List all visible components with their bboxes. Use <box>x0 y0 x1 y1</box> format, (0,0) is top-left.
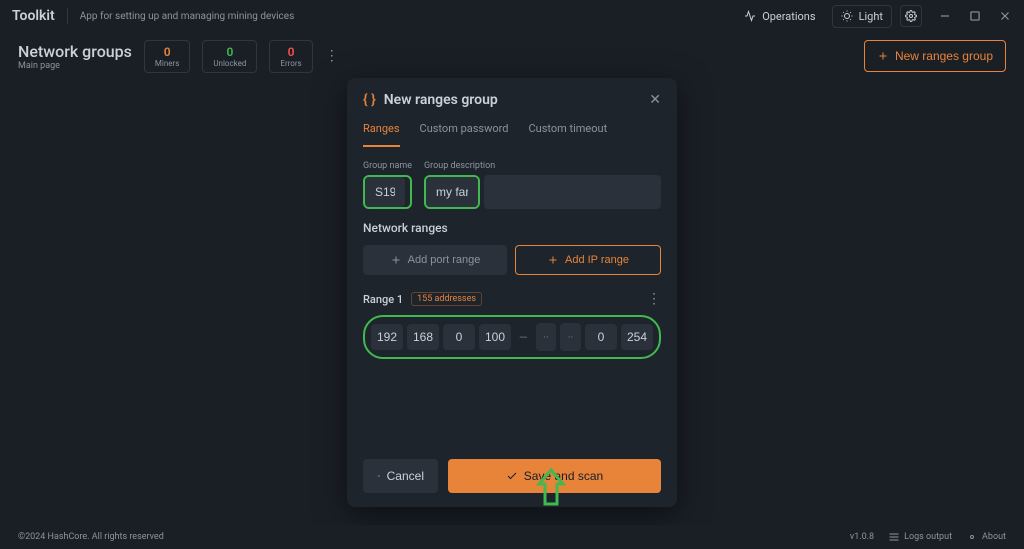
tab-ranges[interactable]: Ranges <box>363 122 400 147</box>
group-desc-label: Group description <box>424 161 661 171</box>
ip-from-octet-3[interactable] <box>443 324 475 350</box>
list-icon <box>888 531 900 543</box>
group-desc-input-extra[interactable] <box>484 175 661 209</box>
logs-output-button[interactable]: Logs output <box>888 531 952 543</box>
range-more-icon[interactable]: ⋮ <box>647 291 661 307</box>
ip-range-row: — ·· ·· <box>363 315 661 359</box>
ip-to-octet-3[interactable] <box>585 324 617 350</box>
network-ranges-label: Network ranges <box>363 221 661 235</box>
group-name-input[interactable] <box>365 177 405 207</box>
group-desc-input[interactable] <box>426 177 478 207</box>
ip-to-octet-2[interactable]: ·· <box>560 323 581 351</box>
modal-backdrop: { } New ranges group ✕ Ranges Custom pas… <box>0 0 1024 549</box>
range-name: Range 1 <box>363 293 403 306</box>
ip-to-octet-4[interactable] <box>621 324 653 350</box>
add-port-range-button[interactable]: Add port range <box>363 245 507 275</box>
addresses-badge: 155 addresses <box>411 292 482 306</box>
about-label: About <box>982 532 1006 542</box>
info-icon <box>966 531 978 543</box>
ip-from-octet-1[interactable] <box>371 324 403 350</box>
new-ranges-modal: { } New ranges group ✕ Ranges Custom pas… <box>347 78 677 507</box>
tab-custom-password[interactable]: Custom password <box>420 122 509 147</box>
bottom-bar: ©2024 HashCore. All rights reserved v1.0… <box>0 525 1024 549</box>
cancel-button[interactable]: Cancel <box>363 459 438 493</box>
add-ip-label: Add IP range <box>565 254 629 266</box>
ip-to-octet-1[interactable]: ·· <box>536 323 557 351</box>
field-row: Group name Group description <box>363 161 661 209</box>
cancel-label: Cancel <box>387 469 424 483</box>
modal-body: Group name Group description Network r <box>347 147 677 373</box>
range-separator: — <box>515 331 532 344</box>
version-label: v1.0.8 <box>850 532 874 542</box>
plus-icon <box>547 254 559 266</box>
bottom-right: v1.0.8 Logs output About <box>850 531 1006 543</box>
modal-footer: Cancel Save and scan <box>347 445 677 507</box>
close-icon[interactable]: ✕ <box>649 92 661 108</box>
tab-custom-timeout[interactable]: Custom timeout <box>528 122 607 147</box>
braces-icon: { } <box>363 92 376 108</box>
modal-header: { } New ranges group ✕ <box>347 78 677 108</box>
highlight-annotation <box>424 175 480 209</box>
modal-tabs: Ranges Custom password Custom timeout <box>347 108 677 147</box>
desc-row <box>424 175 661 209</box>
range-buttons: Add port range Add IP range <box>363 245 661 275</box>
arrow-annotation <box>533 468 569 508</box>
about-button[interactable]: About <box>966 531 1006 543</box>
range-head: Range 1 155 addresses ⋮ <box>363 291 661 307</box>
check-icon <box>506 470 518 482</box>
highlight-annotation <box>363 175 412 209</box>
plus-icon <box>390 254 402 266</box>
x-icon <box>377 470 381 482</box>
modal-title: New ranges group <box>384 92 642 108</box>
copyright: ©2024 HashCore. All rights reserved <box>18 532 850 542</box>
group-desc-field: Group description <box>424 161 661 209</box>
group-name-label: Group name <box>363 161 412 171</box>
add-port-label: Add port range <box>408 254 481 266</box>
ip-from-octet-4[interactable] <box>479 324 511 350</box>
group-name-field: Group name <box>363 161 412 209</box>
add-ip-range-button[interactable]: Add IP range <box>515 245 661 275</box>
ip-from-octet-2[interactable] <box>407 324 439 350</box>
logs-label: Logs output <box>904 532 952 542</box>
